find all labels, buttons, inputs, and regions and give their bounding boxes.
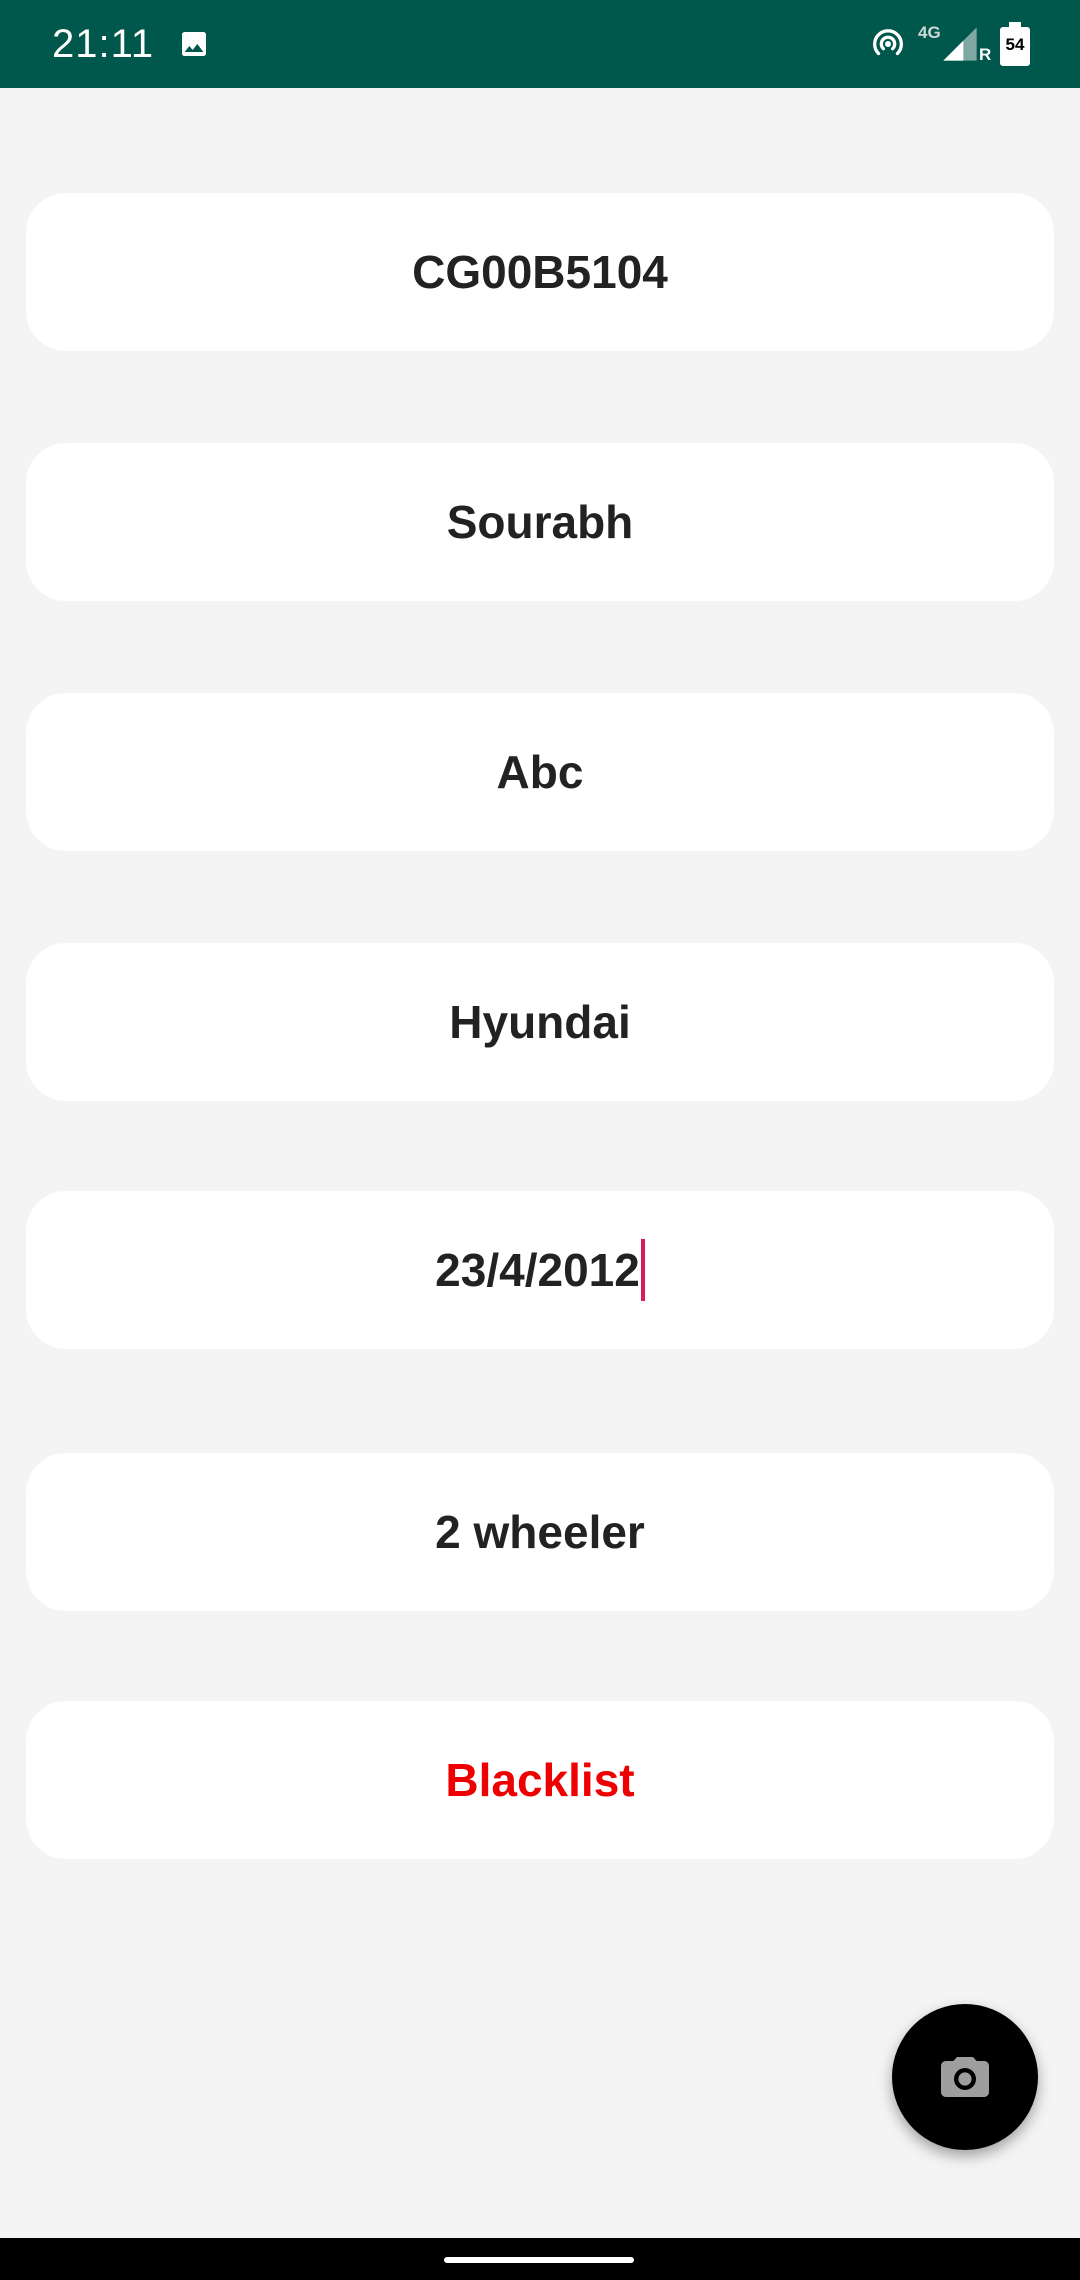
hotspot-icon xyxy=(873,29,903,56)
brand-value: Hyundai xyxy=(449,996,631,1048)
blacklist-label: Blacklist xyxy=(445,1754,635,1806)
network-type-label: 4G xyxy=(918,23,941,42)
date-input-wrap: 23/4/2012 xyxy=(435,1239,645,1301)
battery-level: 54 xyxy=(1005,35,1025,54)
home-indicator[interactable] xyxy=(444,2257,634,2263)
status-bar: 21:11 4G R 54 xyxy=(0,0,1080,88)
date-value: 23/4/2012 xyxy=(435,1244,640,1296)
abc-field[interactable]: Abc xyxy=(26,693,1054,851)
vehicle-number-field[interactable]: CG00B5104 xyxy=(26,193,1054,351)
signal-icon xyxy=(943,27,977,61)
roaming-indicator: R xyxy=(979,45,992,64)
blacklist-button[interactable]: Blacklist xyxy=(26,1701,1054,1859)
brand-field[interactable]: Hyundai xyxy=(26,943,1054,1101)
navigation-bar xyxy=(0,2238,1080,2280)
camera-button[interactable] xyxy=(892,2004,1038,2150)
gallery-icon xyxy=(182,32,206,56)
status-time: 21:11 xyxy=(52,22,155,66)
camera-icon xyxy=(941,2057,989,2097)
owner-name-field[interactable]: Sourabh xyxy=(26,443,1054,601)
vehicle-type-field[interactable]: 2 wheeler xyxy=(26,1453,1054,1611)
vehicle-type-value: 2 wheeler xyxy=(435,1506,645,1558)
abc-value: Abc xyxy=(496,746,584,798)
vehicle-number-value: CG00B5104 xyxy=(412,246,668,298)
owner-name-value: Sourabh xyxy=(446,496,634,548)
date-field[interactable]: 23/4/2012 xyxy=(26,1191,1054,1349)
text-cursor xyxy=(640,1239,645,1301)
